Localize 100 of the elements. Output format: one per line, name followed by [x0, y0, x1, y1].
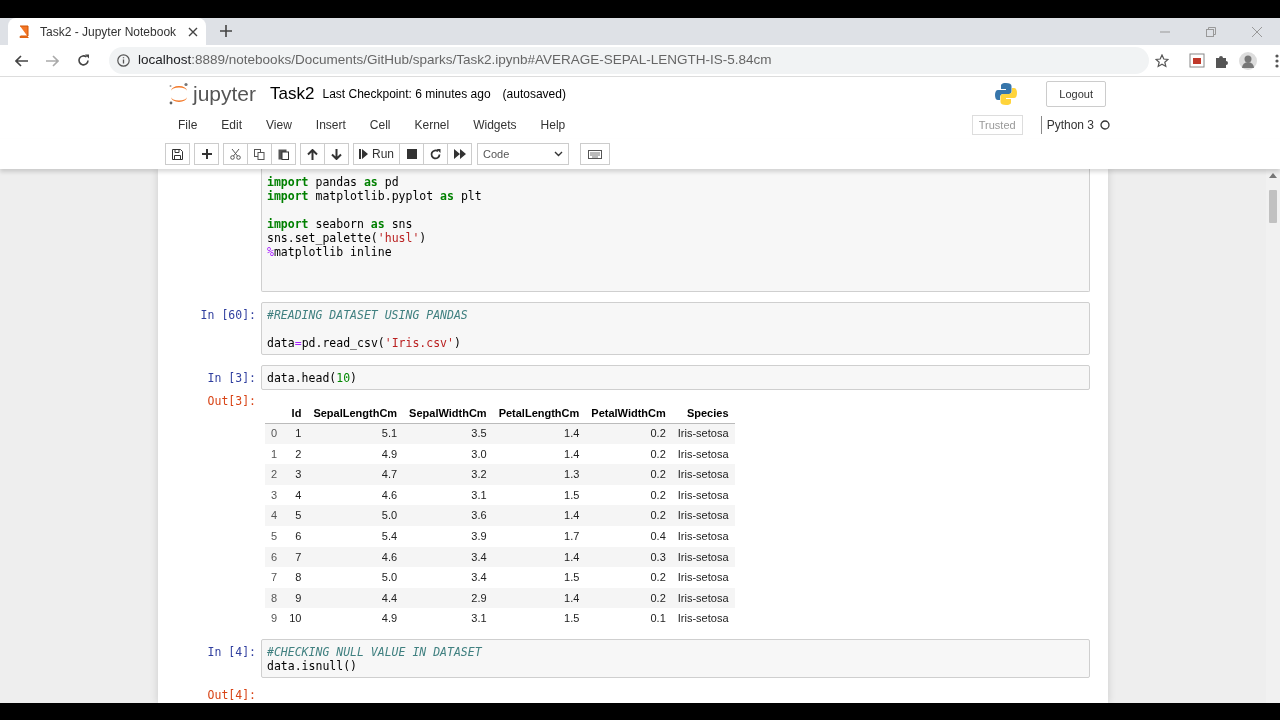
- code-line: #CHECKING NULL VALUE IN DATASET: [267, 644, 482, 659]
- table-cell: 1: [295, 427, 302, 440]
- row-index: 7: [271, 571, 278, 584]
- code-cell[interactable]: data.head(10): [261, 365, 1090, 390]
- run-all-button[interactable]: [447, 143, 472, 165]
- table-cell: 3.5: [471, 427, 487, 440]
- table-cell: Iris-setosa: [677, 488, 729, 501]
- back-arrow-icon[interactable]: [15, 54, 28, 67]
- book-icon: [18, 25, 30, 38]
- row-index: 4: [271, 509, 278, 522]
- table-cell: 0.2: [650, 571, 666, 584]
- move-up-button[interactable]: [300, 143, 325, 165]
- keyboard-button[interactable]: [580, 143, 610, 165]
- row-index: 3: [271, 488, 278, 501]
- code-line: data.isnull(): [267, 658, 357, 673]
- copy-button[interactable]: [247, 143, 272, 165]
- autosave-status: (autosaved): [502, 86, 566, 103]
- table-cell: 3.1: [471, 612, 487, 625]
- table-cell: 4.9: [381, 447, 398, 460]
- table-cell: 7: [295, 550, 302, 563]
- keyboard-icon: [588, 149, 602, 159]
- table-cell: 10: [289, 612, 302, 625]
- new-tab-icon[interactable]: [220, 25, 232, 37]
- move-down-button[interactable]: [324, 143, 349, 165]
- code-cell[interactable]: #READING DATASET USING PANDAS data=pd.read_csv('Iris.csv'): [261, 302, 1090, 355]
- tab-title: Task2 - Jupyter Notebook: [40, 23, 178, 41]
- table-cell: 4.6: [381, 550, 398, 563]
- restart-button[interactable]: [423, 143, 448, 165]
- more-menu-icon[interactable]: [1275, 53, 1279, 68]
- column-header: PetalWidthCm: [591, 406, 666, 419]
- paste-button[interactable]: [271, 143, 296, 165]
- menu-item[interactable]: Insert: [303, 116, 358, 134]
- star-icon[interactable]: [1155, 53, 1169, 68]
- stop-button[interactable]: [399, 143, 424, 165]
- row-index: 1: [271, 447, 278, 460]
- clipboard-icon: [278, 148, 289, 160]
- scrollbar-thumb[interactable]: [1269, 190, 1277, 223]
- table-cell: 4.4: [381, 591, 398, 604]
- logo-text: jupyter: [193, 81, 257, 108]
- menu-item[interactable]: File: [166, 116, 210, 134]
- menu-item[interactable]: Cell: [357, 116, 403, 134]
- menu-item[interactable]: Kernel: [402, 116, 462, 134]
- url-text: localhost:8889/notebooks/Documents/GitHub/sparks/Task2.ipynb#AVERAGE-SEPAL-LENGTH-IS-5.84cm: [138, 51, 772, 70]
- row-index: 5: [271, 530, 278, 542]
- info-icon: [117, 54, 130, 67]
- table-cell: 0.2: [650, 468, 666, 481]
- table-cell: 6: [295, 530, 302, 542]
- stop-icon: [406, 149, 417, 159]
- output-prompt: Out[4]:: [207, 687, 256, 702]
- column-header: Species: [686, 406, 729, 419]
- table-cell: 5.4: [381, 530, 398, 542]
- browser-tab[interactable]: Task2 - Jupyter Notebook: [8, 18, 206, 45]
- logout-button[interactable]: Logout: [1046, 80, 1106, 108]
- table-cell: 1.5: [564, 571, 580, 584]
- column-header: SepalWidthCm: [409, 406, 487, 419]
- menu-item[interactable]: Edit: [209, 116, 255, 134]
- cut-button[interactable]: [223, 143, 248, 165]
- scroll-up-icon[interactable]: [1269, 173, 1277, 178]
- save-button[interactable]: [165, 143, 190, 165]
- extension-icon[interactable]: [1189, 53, 1205, 68]
- table-cell: 1.3: [564, 468, 580, 481]
- caret-icon: [554, 151, 563, 157]
- add-cell-button[interactable]: [194, 143, 219, 165]
- plus-icon: [201, 149, 212, 159]
- cell-type-dropdown[interactable]: Code: [477, 143, 569, 165]
- run-button[interactable]: Run: [353, 143, 400, 165]
- arrow-down-icon: [331, 148, 342, 160]
- column-header: SepalLengthCm: [313, 406, 398, 419]
- code-line: import matplotlib.pyplot as plt: [267, 189, 482, 203]
- avatar-icon[interactable]: [1239, 51, 1257, 70]
- save-icon: [172, 148, 183, 160]
- table-cell: 1.4: [564, 509, 580, 522]
- puzzle-icon[interactable]: [1215, 53, 1229, 68]
- table-cell: Iris-setosa: [677, 612, 729, 625]
- table-cell: Iris-setosa: [677, 447, 729, 460]
- input-prompt: In [3]:: [207, 371, 256, 385]
- menu-item[interactable]: View: [254, 116, 304, 134]
- close-icon[interactable]: [188, 26, 198, 37]
- scissors-icon: [230, 148, 241, 160]
- table-cell: 0.1: [650, 612, 666, 625]
- table-cell: 0.2: [650, 591, 666, 604]
- menu-item[interactable]: Widgets: [461, 116, 529, 134]
- notebook-name[interactable]: Task2: [270, 81, 315, 107]
- menu-item[interactable]: Help: [528, 116, 578, 134]
- table-cell: Iris-setosa: [677, 427, 729, 440]
- table-cell: Iris-setosa: [677, 550, 729, 563]
- reload-icon[interactable]: [77, 54, 90, 67]
- table-cell: 4.7: [381, 468, 398, 481]
- code-cell[interactable]: import pandas as pd import matplotlib.pyplot as plt import seaborn as sns sns.set_palette('husl') %matplotlib inline: [261, 169, 1090, 292]
- table-cell: 0.3: [650, 550, 666, 563]
- table-cell: 8: [295, 571, 302, 584]
- row-index: 6: [271, 550, 278, 563]
- table-cell: Iris-setosa: [677, 468, 729, 481]
- table-cell: Iris-setosa: [677, 530, 729, 542]
- table-cell: 2: [295, 447, 302, 460]
- code-cell[interactable]: #CHECKING NULL VALUE IN DATASET data.isnull(): [261, 638, 1090, 678]
- address-bar[interactable]: localhost:8889/notebooks/Documents/GitHub/sparks/Task2.ipynb#AVERAGE-SEPAL-LENGTH-IS-5.84cm: [109, 47, 1149, 74]
- table-cell: Iris-setosa: [677, 591, 729, 604]
- row-index: 9: [271, 612, 278, 625]
- restart-icon: [430, 148, 441, 160]
